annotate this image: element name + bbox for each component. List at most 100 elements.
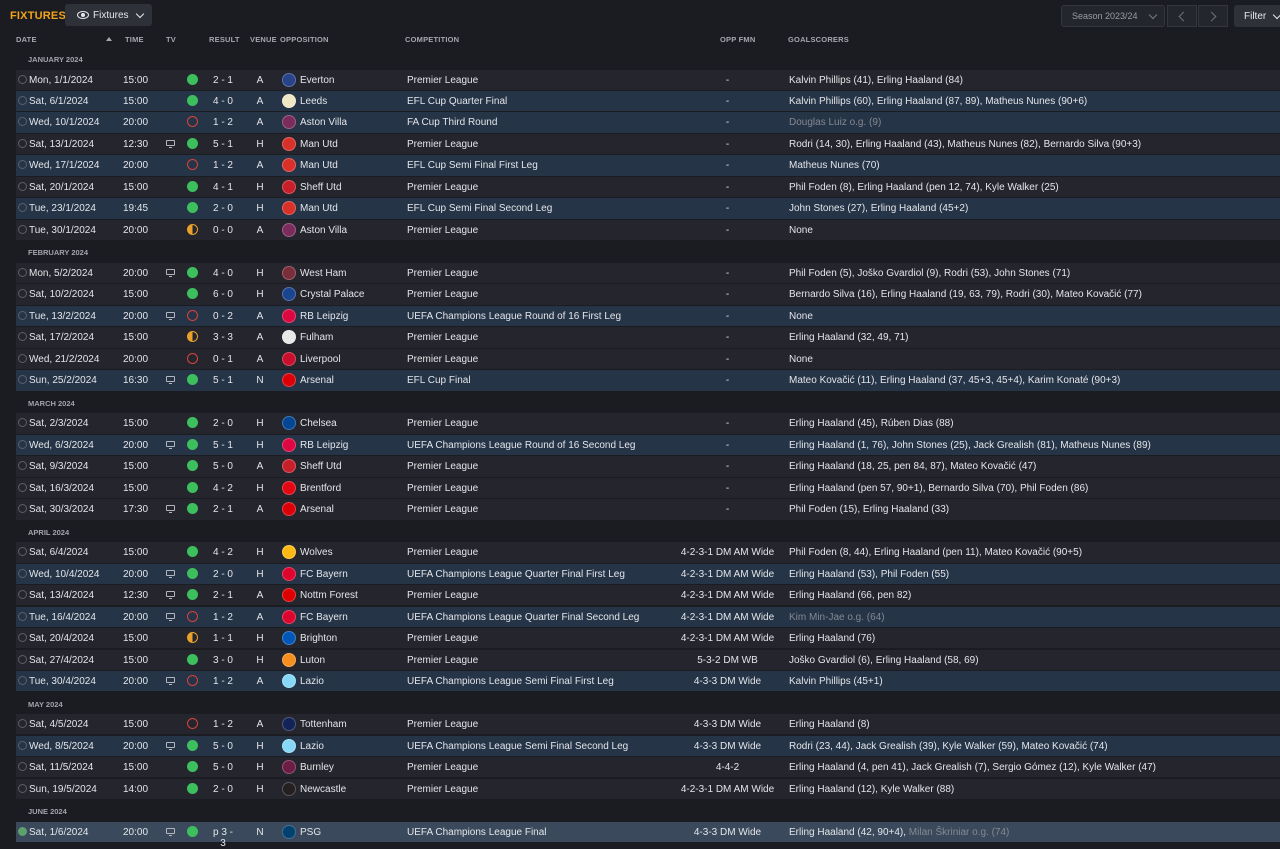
row-select-checkbox[interactable] bbox=[18, 418, 27, 428]
fixture-score[interactable]: 2 - 0 bbox=[209, 418, 237, 429]
competition-name[interactable]: UEFA Champions League Semi Final Second … bbox=[407, 741, 628, 752]
column-header-venue[interactable]: VENUE bbox=[250, 35, 277, 44]
fixture-score[interactable]: 3 - 3 bbox=[209, 332, 237, 343]
row-select-checkbox[interactable] bbox=[18, 332, 27, 342]
table-row[interactable]: Sun, 25/2/2024 16:30 5 - 1 N Arsenal EFL Cup … bbox=[16, 370, 1280, 391]
row-select-checkbox[interactable] bbox=[18, 439, 27, 449]
fixture-score[interactable]: 1 - 2 bbox=[209, 676, 237, 687]
row-select-checkbox[interactable] bbox=[18, 353, 27, 363]
opposition-name[interactable]: Chelsea bbox=[300, 418, 337, 429]
fixture-score[interactable]: 1 - 2 bbox=[209, 719, 237, 730]
row-select-checkbox[interactable] bbox=[18, 267, 27, 277]
table-row[interactable]: Sat, 6/1/2024 15:00 4 - 0 A Leeds EFL Cup Qua… bbox=[16, 90, 1280, 112]
competition-name[interactable]: Premier League bbox=[407, 590, 478, 601]
opposition-name[interactable]: Liverpool bbox=[300, 354, 341, 365]
opposition-name[interactable]: FC Bayern bbox=[300, 569, 348, 580]
row-select-checkbox[interactable] bbox=[18, 762, 27, 772]
opposition-name[interactable]: Brentford bbox=[300, 483, 341, 494]
competition-name[interactable]: UEFA Champions League Semi Final First L… bbox=[407, 676, 614, 687]
table-row[interactable]: Tue, 16/4/2024 20:00 1 - 2 A FC Bayern UEFA C… bbox=[16, 606, 1280, 627]
competition-name[interactable]: Premier League bbox=[407, 289, 478, 300]
view-dropdown[interactable]: Fixtures bbox=[65, 4, 152, 26]
opposition-name[interactable]: Burnley bbox=[300, 762, 334, 773]
table-row[interactable]: Wed, 8/5/2024 20:00 5 - 0 H Lazio UEFA Champi… bbox=[16, 735, 1280, 756]
competition-name[interactable]: Premier League bbox=[407, 332, 478, 343]
fixture-score[interactable]: p 3 - 3 bbox=[209, 827, 237, 849]
row-select-checkbox[interactable] bbox=[18, 826, 27, 836]
opposition-name[interactable]: FC Bayern bbox=[300, 612, 348, 623]
fixture-score[interactable]: 2 - 0 bbox=[209, 203, 237, 214]
fixture-score[interactable]: 4 - 2 bbox=[209, 547, 237, 558]
competition-name[interactable]: EFL Cup Final bbox=[407, 375, 471, 386]
row-select-checkbox[interactable] bbox=[18, 138, 27, 148]
opposition-name[interactable]: Arsenal bbox=[300, 375, 334, 386]
table-row[interactable]: Tue, 13/2/2024 20:00 0 - 2 A RB Leipzig UEFA … bbox=[16, 305, 1280, 327]
table-row[interactable]: Wed, 21/2/2024 20:00 0 - 1 A Liverpool Premie… bbox=[16, 348, 1280, 370]
row-select-checkbox[interactable] bbox=[18, 461, 27, 471]
row-select-checkbox[interactable] bbox=[18, 783, 27, 793]
fixture-score[interactable]: 0 - 0 bbox=[209, 225, 237, 236]
table-row[interactable]: Tue, 30/4/2024 20:00 1 - 2 A Lazio UEFA Champ… bbox=[16, 671, 1280, 692]
competition-name[interactable]: UEFA Champions League Quarter Final Seco… bbox=[407, 612, 639, 623]
competition-name[interactable]: Premier League bbox=[407, 418, 478, 429]
fixture-score[interactable]: 1 - 2 bbox=[209, 612, 237, 623]
column-header-goalscorers[interactable]: GOALSCORERS bbox=[788, 35, 849, 44]
row-select-checkbox[interactable] bbox=[18, 224, 27, 234]
table-row[interactable]: Sat, 11/5/2024 15:00 5 - 0 H Burnley Premier … bbox=[16, 757, 1280, 778]
opposition-name[interactable]: Wolves bbox=[300, 547, 333, 558]
row-select-checkbox[interactable] bbox=[18, 611, 27, 621]
column-header-result[interactable]: RESULT bbox=[209, 35, 240, 44]
column-header-opposition[interactable]: OPPOSITION bbox=[280, 35, 329, 44]
fixture-score[interactable]: 5 - 1 bbox=[209, 139, 237, 150]
competition-name[interactable]: UEFA Champions League Quarter Final Firs… bbox=[407, 569, 625, 580]
competition-name[interactable]: Premier League bbox=[407, 504, 478, 515]
opposition-name[interactable]: Sheff Utd bbox=[300, 461, 342, 472]
column-header-opp-fmn[interactable]: OPP FMN bbox=[720, 35, 755, 44]
season-dropdown[interactable]: Season 2023/24 bbox=[1061, 5, 1165, 27]
competition-name[interactable]: Premier League bbox=[407, 719, 478, 730]
fixture-score[interactable]: 1 - 1 bbox=[209, 633, 237, 644]
row-select-checkbox[interactable] bbox=[18, 719, 27, 729]
row-select-checkbox[interactable] bbox=[18, 310, 27, 320]
fixture-score[interactable]: 2 - 1 bbox=[209, 590, 237, 601]
opposition-name[interactable]: RB Leipzig bbox=[300, 440, 348, 451]
fixture-score[interactable]: 1 - 2 bbox=[209, 117, 237, 128]
column-header-tv[interactable]: TV bbox=[166, 35, 176, 44]
opposition-name[interactable]: PSG bbox=[300, 827, 321, 838]
row-select-checkbox[interactable] bbox=[18, 568, 27, 578]
opposition-name[interactable]: Man Utd bbox=[300, 160, 338, 171]
row-select-checkbox[interactable] bbox=[18, 375, 27, 385]
row-select-checkbox[interactable] bbox=[18, 654, 27, 664]
filter-button[interactable]: Filter bbox=[1234, 5, 1280, 27]
opposition-name[interactable]: Man Utd bbox=[300, 139, 338, 150]
competition-name[interactable]: Premier League bbox=[407, 75, 478, 86]
row-select-checkbox[interactable] bbox=[18, 74, 27, 84]
table-row[interactable]: Sun, 19/5/2024 14:00 2 - 0 H Newcastle Premie… bbox=[16, 778, 1280, 799]
opposition-name[interactable]: Luton bbox=[300, 655, 325, 666]
table-row[interactable]: Mon, 5/2/2024 20:00 4 - 0 H West Ham Premier … bbox=[16, 262, 1280, 284]
competition-name[interactable]: Premier League bbox=[407, 483, 478, 494]
competition-name[interactable]: Premier League bbox=[407, 225, 478, 236]
competition-name[interactable]: Premier League bbox=[407, 182, 478, 193]
fixture-score[interactable]: 4 - 0 bbox=[209, 96, 237, 107]
competition-name[interactable]: Premier League bbox=[407, 139, 478, 150]
row-select-checkbox[interactable] bbox=[18, 95, 27, 105]
competition-name[interactable]: Premier League bbox=[407, 784, 478, 795]
opposition-name[interactable]: Nottm Forest bbox=[300, 590, 358, 601]
row-select-checkbox[interactable] bbox=[18, 504, 27, 514]
table-row[interactable]: Sat, 9/3/2024 15:00 5 - 0 A Sheff Utd Premier… bbox=[16, 456, 1280, 477]
table-row[interactable]: Sat, 10/2/2024 15:00 6 - 0 H Crystal Palace P… bbox=[16, 284, 1280, 305]
row-select-checkbox[interactable] bbox=[18, 676, 27, 686]
row-select-checkbox[interactable] bbox=[18, 590, 27, 600]
table-row[interactable]: Sat, 4/5/2024 15:00 1 - 2 A Tottenham Premier… bbox=[16, 714, 1280, 735]
row-select-checkbox[interactable] bbox=[18, 289, 27, 299]
row-select-checkbox[interactable] bbox=[18, 547, 27, 557]
competition-name[interactable]: UEFA Champions League Round of 16 First … bbox=[407, 311, 621, 322]
opposition-name[interactable]: Fulham bbox=[300, 332, 333, 343]
fixture-score[interactable]: 4 - 2 bbox=[209, 483, 237, 494]
opposition-name[interactable]: Man Utd bbox=[300, 203, 338, 214]
opposition-name[interactable]: Sheff Utd bbox=[300, 182, 342, 193]
fixture-score[interactable]: 0 - 2 bbox=[209, 311, 237, 322]
table-row[interactable]: Sat, 20/1/2024 15:00 4 - 1 H Sheff Utd Premie… bbox=[16, 176, 1280, 198]
table-row[interactable]: Wed, 6/3/2024 20:00 5 - 1 H RB Leipzig UEFA C… bbox=[16, 434, 1280, 456]
